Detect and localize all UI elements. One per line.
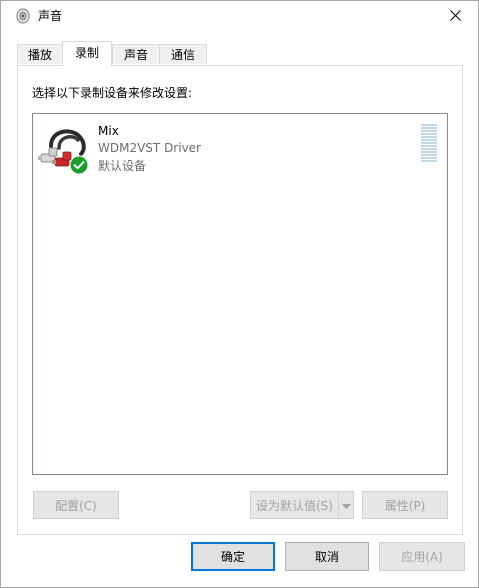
recording-panel: 选择以下录制设备来修改设置: Mix WDM2VST Driver 默认设备 配…	[17, 65, 463, 535]
configure-button[interactable]: 配置(C)	[33, 491, 119, 519]
close-button[interactable]	[432, 1, 478, 32]
speaker-icon	[16, 8, 30, 24]
device-name: Mix	[98, 124, 119, 138]
tab-playback[interactable]: 播放	[17, 44, 63, 64]
device-status: 默认设备	[98, 159, 147, 173]
close-icon	[449, 9, 461, 24]
set-default-dropdown[interactable]	[338, 491, 354, 519]
tab-communications[interactable]: 通信	[159, 44, 207, 64]
chevron-down-icon	[341, 498, 351, 512]
tab-sounds[interactable]: 声音	[112, 44, 160, 64]
device-list[interactable]: Mix WDM2VST Driver 默认设备	[32, 113, 448, 475]
set-default-button[interactable]: 设为默认值(S)	[250, 491, 339, 519]
apply-button[interactable]: 应用(A)	[379, 542, 465, 571]
device-item-mix[interactable]: Mix WDM2VST Driver 默认设备	[33, 120, 447, 180]
ok-button[interactable]: 确定	[191, 542, 275, 571]
default-check-icon	[69, 155, 89, 175]
title-bar[interactable]: 声音	[1, 1, 478, 32]
properties-button[interactable]: 属性(P)	[362, 491, 448, 519]
device-description: WDM2VST Driver	[98, 141, 201, 155]
level-meter	[421, 124, 437, 166]
instruction-text: 选择以下录制设备来修改设置:	[32, 86, 193, 100]
cancel-button[interactable]: 取消	[285, 542, 369, 571]
window-title: 声音	[38, 9, 63, 23]
tab-recording[interactable]: 录制	[62, 41, 112, 66]
sound-dialog: 声音 播放 录制 声音 通信 选择以下录制设备来修改设置: Mix WDM2VS…	[0, 0, 479, 588]
